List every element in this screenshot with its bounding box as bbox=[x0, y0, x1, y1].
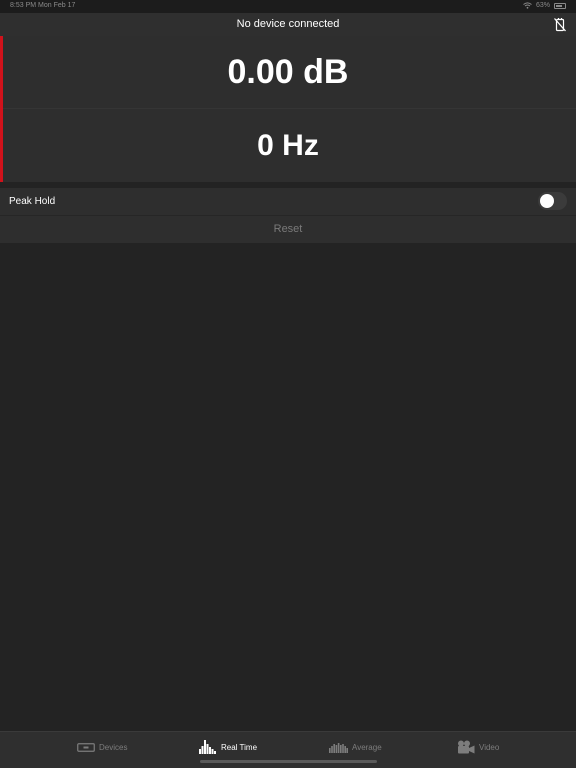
tab-video[interactable]: Video bbox=[457, 739, 499, 755]
battery-icon bbox=[554, 2, 566, 9]
frequency-readout: 0 Hz bbox=[257, 128, 319, 162]
tab-devices[interactable]: Devices bbox=[77, 739, 127, 755]
tab-video-label: Video bbox=[479, 742, 500, 752]
wifi-icon bbox=[523, 2, 532, 9]
measurement-readout: 0.00 dB 0 Hz bbox=[0, 36, 576, 182]
level-readout: 0.00 dB bbox=[227, 53, 349, 91]
peak-hold-label: Peak Hold bbox=[9, 196, 56, 207]
battery-percent: 63% bbox=[535, 2, 550, 9]
average-icon bbox=[329, 743, 348, 753]
peak-hold-row: Peak Hold bbox=[0, 188, 576, 215]
tab-average[interactable]: Average bbox=[329, 739, 382, 755]
tab-real-time[interactable]: Real Time bbox=[199, 739, 257, 755]
home-indicator bbox=[200, 760, 377, 763]
real-time-icon bbox=[199, 740, 216, 754]
devices-icon bbox=[77, 742, 95, 752]
connection-status-title: No device connected bbox=[236, 18, 340, 30]
tab-real-time-label: Real Time bbox=[221, 742, 258, 752]
device-disconnected-icon[interactable] bbox=[553, 17, 567, 32]
peak-hold-toggle[interactable] bbox=[538, 192, 567, 210]
status-bar: 8:53 PM Mon Feb 17 63% bbox=[0, 0, 576, 13]
toggle-knob bbox=[540, 194, 554, 208]
tab-devices-label: Devices bbox=[99, 742, 128, 752]
header: No device connected bbox=[0, 13, 576, 36]
tab-average-label: Average bbox=[352, 742, 382, 752]
reset-button[interactable]: Reset bbox=[0, 216, 576, 243]
video-icon bbox=[458, 740, 475, 754]
status-time: 8:53 PM Mon Feb 17 bbox=[10, 2, 76, 9]
app-window: 8:53 PM Mon Feb 17 63% No device connect… bbox=[0, 0, 576, 768]
status-indicators: 63% bbox=[523, 2, 566, 9]
